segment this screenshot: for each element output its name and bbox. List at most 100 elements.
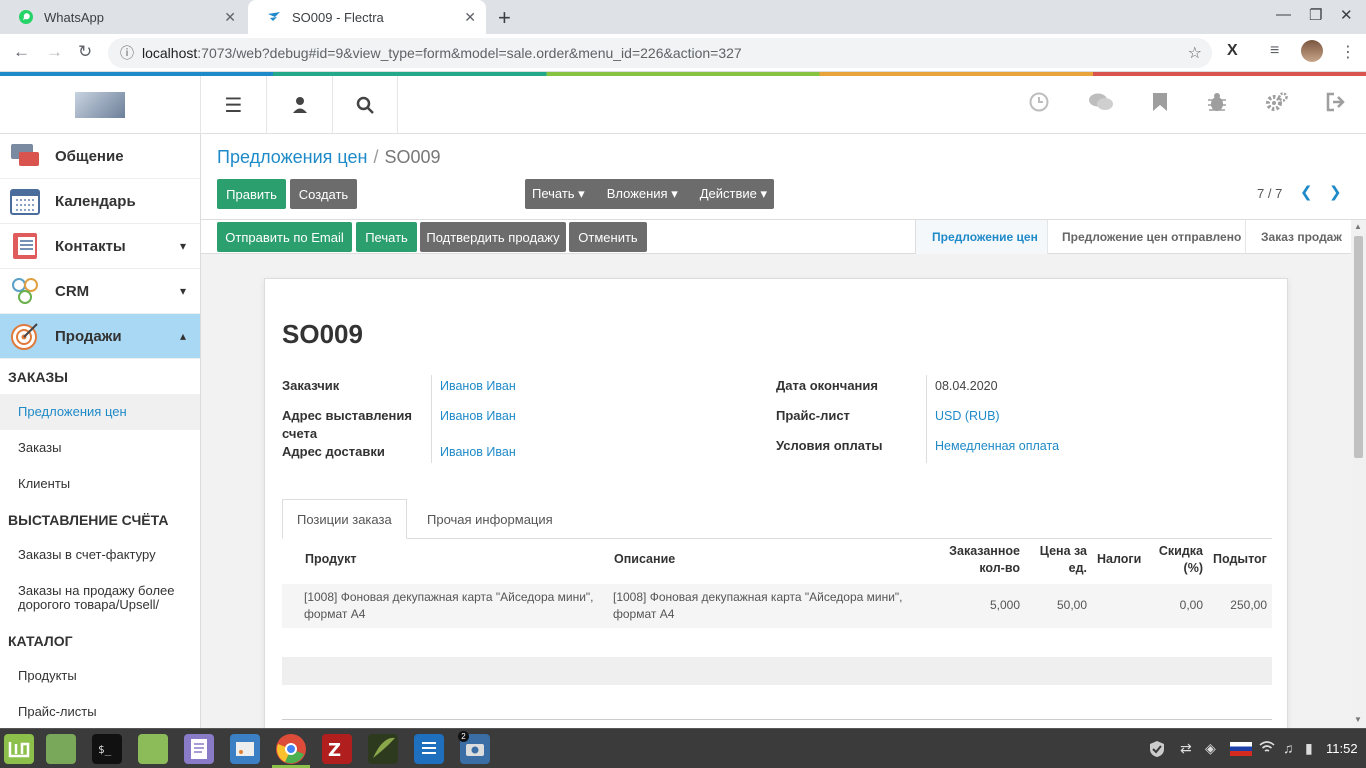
stage-quotation[interactable]: Предложение цен (915, 220, 1047, 254)
bookmark-star-icon[interactable]: ☆ (1188, 43, 1202, 63)
settings-gears-icon[interactable] (1266, 92, 1288, 118)
logout-icon[interactable] (1326, 92, 1346, 118)
extension-list-icon[interactable]: ≡ (1270, 42, 1279, 60)
battery-icon[interactable]: ▮ (1305, 740, 1313, 757)
rss-icon[interactable] (230, 734, 260, 764)
column-header-product[interactable]: Продукт (305, 551, 357, 568)
table-row[interactable]: [1008] Фоновая декупажная карта "Айседор… (282, 584, 1272, 628)
contacts-icon (10, 231, 40, 261)
field-value-pricelist[interactable]: USD (RUB) (935, 409, 1000, 423)
menu-item-products[interactable]: Продукты (18, 669, 77, 683)
gpu-icon[interactable]: ◈ (1205, 740, 1216, 757)
column-header-description[interactable]: Описание (614, 551, 675, 568)
bookmark-icon[interactable] (1152, 92, 1168, 118)
terminal-icon[interactable]: $_ (92, 734, 122, 764)
browser-tab-title: SO009 - Flectra (292, 10, 384, 25)
music-icon[interactable]: ♫ (1283, 740, 1294, 756)
user-icon[interactable] (266, 76, 332, 134)
notebook-tabs: Позиции заказа Прочая информация (282, 499, 1272, 539)
page-scrollbar[interactable]: ▲ ▼ (1351, 220, 1366, 728)
column-header-taxes[interactable]: Налоги (1097, 551, 1141, 568)
sidebar-app-contacts[interactable]: Контакты ▾ (0, 224, 200, 269)
field-value-customer[interactable]: Иванов Иван (440, 379, 516, 393)
chevron-up-icon[interactable]: ▴ (180, 329, 186, 343)
text-editor-icon[interactable] (184, 734, 214, 764)
forward-icon[interactable]: → (46, 42, 63, 62)
info-icon[interactable]: ⓘ (120, 43, 134, 63)
field-value-delivery-address[interactable]: Иванов Иван (440, 445, 516, 459)
field-value-payment-terms[interactable]: Немедленная оплата (935, 439, 1059, 453)
extension-x-icon[interactable]: X (1227, 42, 1238, 60)
send-email-button[interactable]: Отправить по Email (217, 222, 352, 252)
browser-tab-whatsapp[interactable]: WhatsApp ✕ (0, 0, 246, 34)
scrollbar-thumb[interactable] (1354, 236, 1363, 458)
window-close-icon[interactable]: ✕ (1340, 6, 1353, 24)
filezilla-icon[interactable]: Z (322, 734, 352, 764)
field-value-invoice-address[interactable]: Иванов Иван (440, 409, 516, 423)
menu-item-quotations[interactable]: Предложения цен (0, 394, 200, 430)
taskbar-clock[interactable]: 11:52 (1326, 741, 1358, 756)
create-button[interactable]: Создать (290, 179, 357, 209)
keyboard-layout-flag-icon[interactable] (1230, 742, 1252, 756)
maximize-icon[interactable]: ❐ (1309, 6, 1322, 24)
close-icon[interactable]: ✕ (464, 9, 476, 26)
column-header-subtotal[interactable]: Подытог (1213, 551, 1267, 568)
menu-item-pricelists[interactable]: Прайс-листы (18, 705, 97, 719)
chat-icon[interactable] (1088, 92, 1114, 118)
menu-item-upsell[interactable]: Заказы на продажу более дорогого товара/… (18, 584, 188, 612)
back-icon[interactable]: ← (13, 42, 30, 62)
chevron-down-icon[interactable]: ▾ (180, 239, 186, 253)
menu-item-orders-to-invoice[interactable]: Заказы в счет-фактуру (18, 548, 156, 562)
pager-next-icon[interactable]: ❯ (1329, 183, 1342, 201)
search-icon[interactable] (332, 76, 398, 134)
new-tab-icon[interactable]: + (498, 5, 511, 31)
company-logo[interactable] (75, 92, 125, 118)
files-icon[interactable] (46, 734, 76, 764)
edit-button[interactable]: Править (217, 179, 286, 209)
close-icon[interactable]: ✕ (224, 9, 236, 26)
column-header-qty[interactable]: Заказанное кол-во (942, 543, 1020, 577)
confirm-sale-button[interactable]: Подтвердить продажу (420, 222, 566, 252)
stage-quotation-sent[interactable]: Предложение цен отправлено (1047, 220, 1245, 254)
menu-item-orders[interactable]: Заказы (18, 441, 61, 455)
network-sync-icon[interactable]: ⇄ (1180, 740, 1192, 757)
stage-sales-order[interactable]: Заказ продаж (1245, 220, 1366, 254)
browser-menu-icon[interactable]: ⋮ (1340, 42, 1356, 62)
action-menu-button[interactable]: Действие ▾ (700, 186, 767, 202)
sidebar-app-discuss[interactable]: Общение (0, 134, 200, 179)
reload-icon[interactable]: ↻ (78, 42, 92, 62)
shield-icon[interactable] (1148, 740, 1166, 761)
profile-avatar[interactable] (1301, 40, 1323, 62)
browser-tab-flectra[interactable]: SO009 - Flectra ✕ (248, 0, 486, 34)
sidebar-app-crm[interactable]: CRM ▾ (0, 269, 200, 314)
sidebar-app-sales[interactable]: Продажи ▴ (0, 314, 200, 359)
hamburger-menu-icon[interactable]: ☰ (200, 76, 266, 134)
mint-menu-icon[interactable] (4, 734, 34, 764)
clock-icon[interactable] (1029, 92, 1049, 118)
menu-item-customers[interactable]: Клиенты (18, 477, 70, 491)
eric-ide-icon[interactable] (368, 734, 398, 764)
print-button[interactable]: Печать (356, 222, 417, 252)
pager-previous-icon[interactable]: ❮ (1300, 183, 1313, 201)
tab-order-lines[interactable]: Позиции заказа (282, 499, 407, 539)
cancel-button[interactable]: Отменить (569, 222, 647, 252)
folder-icon[interactable] (138, 734, 168, 764)
print-menu-button[interactable]: Печать ▾ (532, 186, 585, 202)
column-header-unit-price[interactable]: Цена за ед. (1033, 543, 1087, 577)
sidebar-app-calendar[interactable]: Календарь (0, 179, 200, 224)
breadcrumb-parent-link[interactable]: Предложения цен (217, 147, 367, 167)
scroll-down-icon[interactable]: ▼ (1354, 715, 1362, 724)
column-header-discount[interactable]: Скидка (%) (1153, 543, 1203, 577)
writer-icon[interactable] (414, 734, 444, 764)
tab-other-info[interactable]: Прочая информация (413, 499, 567, 539)
chevron-down-icon[interactable]: ▾ (180, 284, 186, 298)
minimize-icon[interactable]: — (1276, 6, 1291, 23)
scroll-up-icon[interactable]: ▲ (1354, 222, 1362, 231)
chrome-icon[interactable] (276, 734, 306, 764)
attachments-menu-button[interactable]: Вложения ▾ (607, 186, 678, 202)
bug-icon[interactable] (1207, 92, 1227, 118)
url-input[interactable]: ⓘ localhost:7073/web?debug#id=9&view_typ… (108, 38, 1212, 68)
pager-value[interactable]: 7 / 7 (1257, 186, 1282, 201)
wifi-icon[interactable] (1259, 740, 1275, 757)
menu-section-catalog: КАТАЛОГ (8, 633, 73, 649)
